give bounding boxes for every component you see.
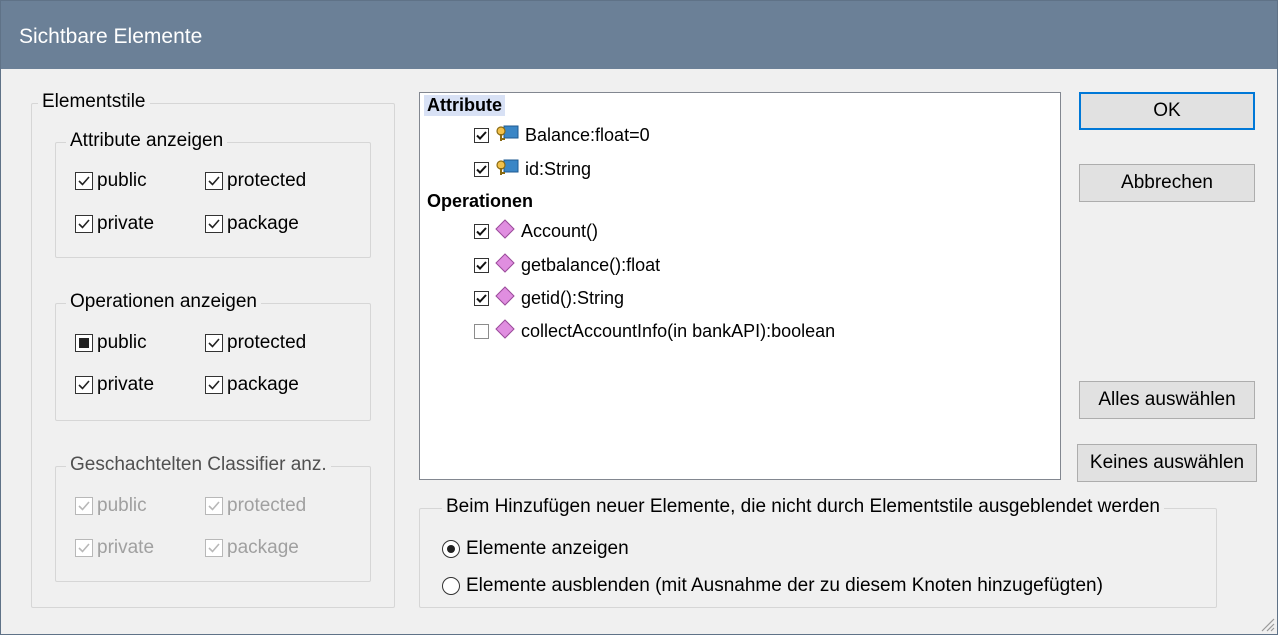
checkbox-label: public <box>97 495 147 516</box>
tree-item-balance[interactable]: Balance:float=0 <box>474 123 650 148</box>
tree-item-getid[interactable]: getid():String <box>474 286 624 311</box>
checkbox-checked-icon <box>75 539 93 557</box>
attributes-public-checkbox[interactable]: public <box>75 170 147 192</box>
checkbox-indeterminate-icon <box>75 334 93 352</box>
tree-item-id[interactable]: id:String <box>474 157 591 182</box>
select-all-button[interactable]: Alles auswählen <box>1079 381 1255 419</box>
checkbox-label: protected <box>227 170 307 191</box>
operation-diamond-icon <box>495 319 515 344</box>
hide-elements-radio[interactable]: Elemente ausblenden (mit Ausnahme der zu… <box>442 575 1103 597</box>
checkbox-checked-icon[interactable] <box>474 128 489 143</box>
checkbox-label: private <box>97 537 155 558</box>
checkbox-checked-icon <box>205 172 223 190</box>
nested-protected-checkbox[interactable]: protected <box>205 495 306 517</box>
checkbox-label: package <box>227 213 299 234</box>
checkbox-checked-icon[interactable] <box>474 162 489 177</box>
checkbox-label: protected <box>227 495 307 516</box>
attributes-protected-checkbox[interactable]: protected <box>205 170 306 192</box>
radio-unselected-icon <box>442 577 460 595</box>
attributes-private-checkbox[interactable]: private <box>75 213 154 235</box>
checkbox-checked-icon <box>75 497 93 515</box>
checkbox-checked-icon <box>205 539 223 557</box>
attributes-visibility-group: Attribute anzeigen <box>55 130 371 258</box>
operations-public-checkbox[interactable]: public <box>75 332 147 354</box>
attributes-visibility-label: Attribute anzeigen <box>66 130 228 152</box>
checkbox-label: public <box>97 170 147 191</box>
operation-diamond-icon <box>495 286 515 311</box>
tree-item-label: collectAccountInfo(in bankAPI):boolean <box>521 321 836 341</box>
select-none-button[interactable]: Keines auswählen <box>1077 444 1257 482</box>
checkbox-label: private <box>97 213 155 234</box>
attribute-key-icon <box>495 123 519 148</box>
tree-item-collectaccountinfo[interactable]: collectAccountInfo(in bankAPI):boolean <box>474 319 835 344</box>
checkbox-checked-icon[interactable] <box>474 258 489 273</box>
tree-item-getbalance[interactable]: getbalance():float <box>474 253 660 278</box>
tree-item-label: getbalance():float <box>521 255 661 275</box>
operations-visibility-label: Operationen anzeigen <box>66 291 261 313</box>
checkbox-checked-icon <box>205 376 223 394</box>
dialog-title: Sichtbare Elemente <box>19 25 203 48</box>
cancel-button[interactable]: Abbrechen <box>1079 164 1255 202</box>
operation-diamond-icon <box>495 253 515 278</box>
checkbox-checked-icon <box>205 334 223 352</box>
tree-item-label: id:String <box>525 159 592 179</box>
radio-selected-icon <box>442 540 460 558</box>
nested-classifier-group: Geschachtelten Classifier anz. <box>55 454 371 582</box>
new-elements-label: Beim Hinzufügen neuer Elemente, die nich… <box>442 496 1164 518</box>
tree-item-account[interactable]: Account() <box>474 219 598 244</box>
operation-diamond-icon <box>495 219 515 244</box>
attribute-key-icon <box>495 157 519 182</box>
title-bar[interactable]: Sichtbare Elemente <box>1 1 1277 69</box>
checkbox-checked-icon <box>205 497 223 515</box>
checkbox-checked-icon <box>75 376 93 394</box>
radio-label: Elemente anzeigen <box>466 538 629 559</box>
checkbox-label: protected <box>227 332 307 353</box>
checkbox-checked-icon <box>205 215 223 233</box>
tree-heading-operations[interactable]: Operationen <box>427 191 533 212</box>
operations-package-checkbox[interactable]: package <box>205 374 299 396</box>
checkbox-unchecked-icon[interactable] <box>474 324 489 339</box>
resize-grip-icon[interactable] <box>1257 614 1275 632</box>
nested-public-checkbox[interactable]: public <box>75 495 147 517</box>
operations-private-checkbox[interactable]: private <box>75 374 154 396</box>
checkbox-label: public <box>97 332 147 353</box>
checkbox-checked-icon[interactable] <box>474 291 489 306</box>
visible-elements-dialog: Sichtbare Elemente Elementstile Attribut… <box>0 0 1278 635</box>
nested-classifier-label: Geschachtelten Classifier anz. <box>66 454 331 476</box>
tree-heading-attributes[interactable]: Attribute <box>424 95 505 116</box>
element-tree[interactable]: Attribute Balance:float=0 id:String Oper… <box>419 92 1061 480</box>
element-styles-label: Elementstile <box>38 91 150 113</box>
attributes-package-checkbox[interactable]: package <box>205 213 299 235</box>
show-elements-radio[interactable]: Elemente anzeigen <box>442 538 629 560</box>
checkbox-checked-icon <box>75 215 93 233</box>
checkbox-label: package <box>227 374 299 395</box>
checkbox-label: package <box>227 537 299 558</box>
operations-protected-checkbox[interactable]: protected <box>205 332 306 354</box>
checkbox-checked-icon <box>75 172 93 190</box>
checkbox-checked-icon[interactable] <box>474 224 489 239</box>
checkbox-label: private <box>97 374 155 395</box>
tree-item-label: getid():String <box>521 288 625 308</box>
tree-item-label: Balance:float=0 <box>525 125 650 145</box>
nested-private-checkbox[interactable]: private <box>75 537 154 559</box>
ok-button[interactable]: OK <box>1079 92 1255 130</box>
tree-item-label: Account() <box>521 221 599 241</box>
radio-label: Elemente ausblenden (mit Ausnahme der zu… <box>466 575 1103 596</box>
operations-visibility-group: Operationen anzeigen <box>55 291 371 421</box>
nested-package-checkbox[interactable]: package <box>205 537 299 559</box>
